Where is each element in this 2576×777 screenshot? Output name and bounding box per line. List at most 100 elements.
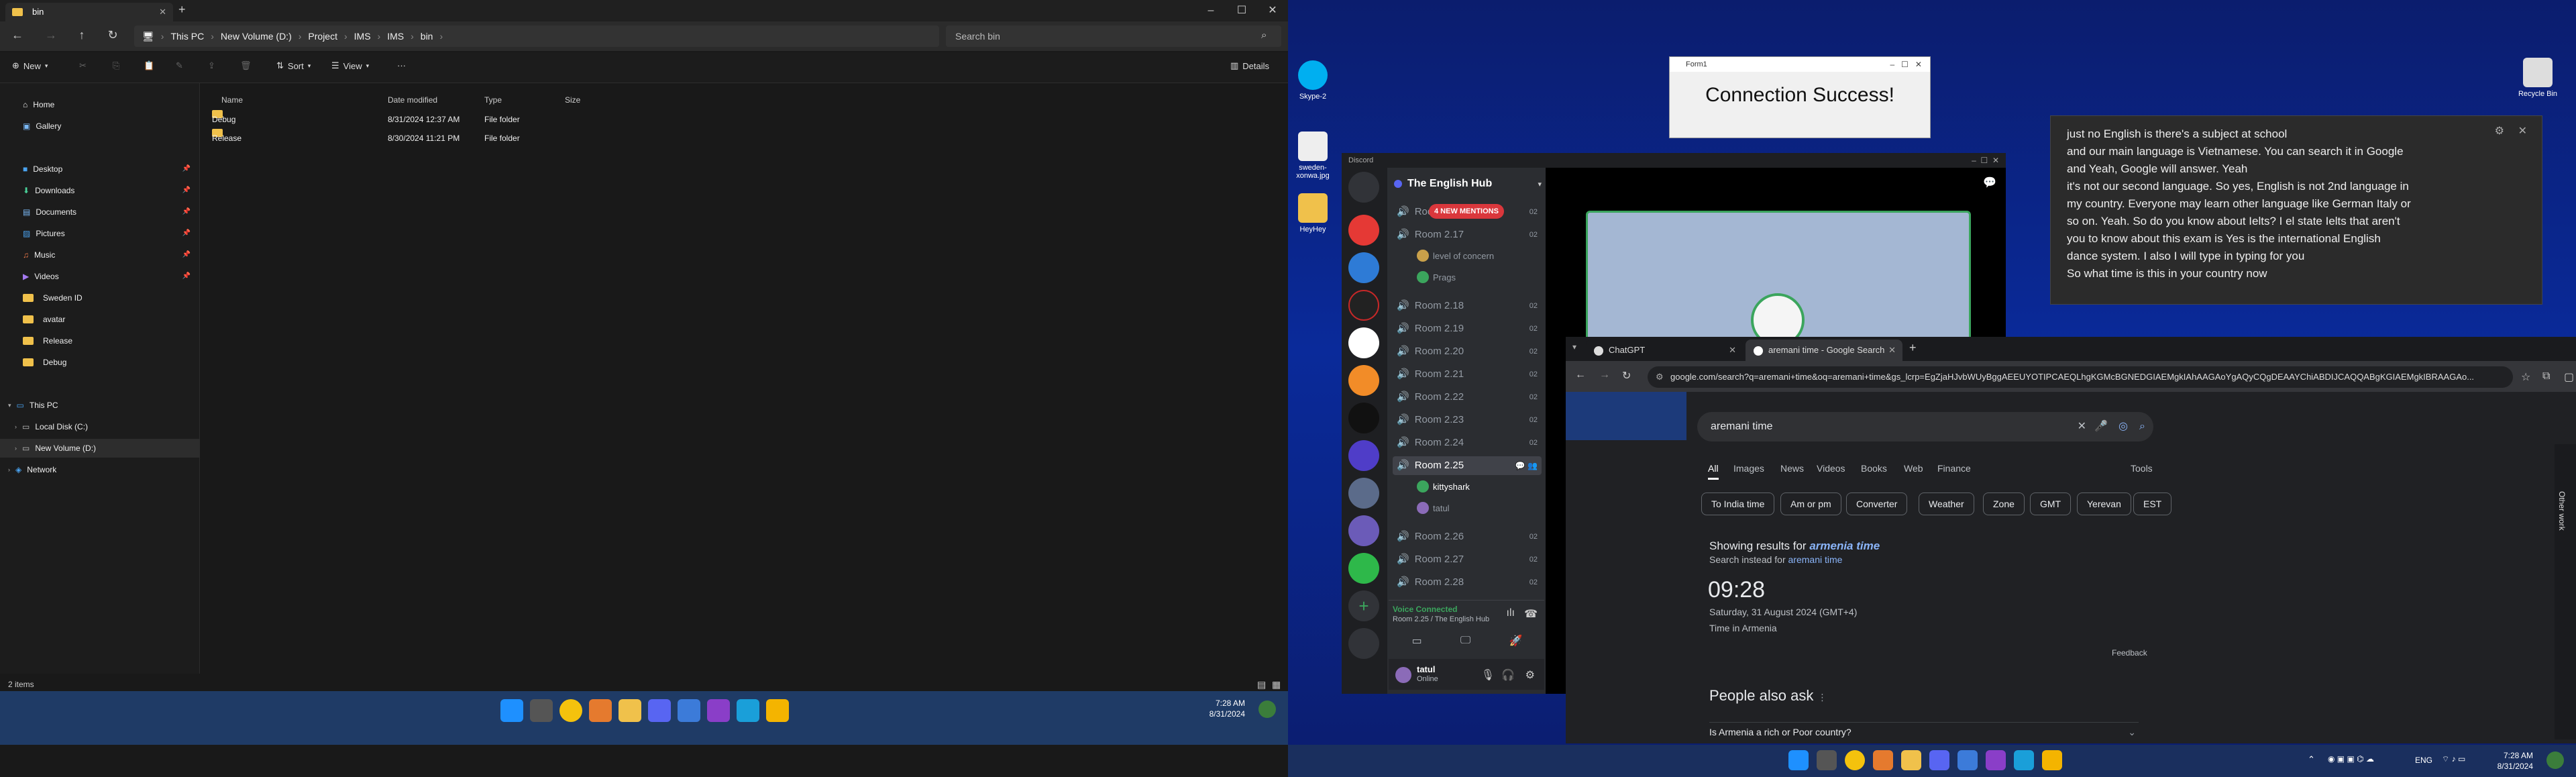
breadcrumb-item[interactable]: IMS <box>387 25 404 47</box>
bookmark-icon[interactable]: ☆ <box>2521 370 2530 384</box>
paste-icon[interactable]: 📋 <box>144 60 154 71</box>
nav-item-network[interactable]: › ◈ Network <box>0 460 200 479</box>
chrome-icon[interactable] <box>1845 750 1865 770</box>
clock[interactable]: 7:28 AM 8/31/2024 <box>1194 698 1245 719</box>
desktop-icon-skype[interactable]: Skype-2 <box>1289 60 1336 101</box>
search-tab-news[interactable]: News <box>1780 463 1804 474</box>
reload-icon[interactable]: ↻ <box>1622 369 1631 382</box>
nav-item-release[interactable]: Release <box>0 331 200 350</box>
back-icon[interactable]: ← <box>1575 369 1586 381</box>
new-button[interactable]: ⊕ New ▾ <box>12 60 48 71</box>
server-icon[interactable] <box>1348 290 1379 321</box>
nav-item-sweden-id[interactable]: Sweden ID <box>0 289 200 307</box>
details-button[interactable]: ▥ Details <box>1230 60 1269 71</box>
nav-item-local-disk[interactable]: › ▭ Local Disk (C:) <box>0 417 200 436</box>
copy-icon[interactable]: ⎘ <box>113 60 119 71</box>
feedback-link[interactable]: Feedback <box>2112 648 2147 658</box>
app-icon[interactable] <box>766 699 789 722</box>
refresh-icon[interactable]: ↻ <box>103 27 122 43</box>
gear-icon[interactable]: ⚙ <box>2495 123 2504 140</box>
nav-item-debug[interactable]: Debug <box>0 353 200 372</box>
voice-channel[interactable]: 🔊 Room 2.23 02 <box>1393 411 1542 429</box>
column-header-name[interactable]: Name <box>221 95 243 105</box>
tools-button[interactable]: Tools <box>2131 463 2153 474</box>
language-indicator[interactable]: ENG <box>2415 756 2432 765</box>
side-widget[interactable]: Other work <box>2555 444 2576 739</box>
close-icon[interactable]: ✕ <box>2518 123 2527 140</box>
explorer-tab[interactable]: bin ✕ <box>5 3 173 21</box>
pin-icon[interactable]: 📌 <box>182 181 191 200</box>
server-icon[interactable] <box>1348 215 1379 246</box>
chat-icon[interactable]: 💬 👥 <box>1515 456 1538 475</box>
noise-icon[interactable]: ılı <box>1507 607 1515 619</box>
visual-studio-icon[interactable] <box>707 699 730 722</box>
visual-studio-icon[interactable] <box>1986 750 2006 770</box>
suggestion-chip[interactable]: Weather <box>1919 493 1974 515</box>
sidepanel-icon[interactable]: ▢ <box>2564 370 2574 384</box>
app-icon[interactable] <box>589 699 612 722</box>
extensions-icon[interactable]: ⧉ <box>2542 370 2550 382</box>
breadcrumb-item[interactable]: Project <box>308 25 337 47</box>
nav-item-documents[interactable]: ▤ Documents 📌 <box>0 203 200 221</box>
chrome-icon[interactable] <box>559 699 582 722</box>
chat-icon[interactable]: 💬 <box>1983 176 1996 189</box>
video-tile[interactable] <box>1586 211 1971 347</box>
chevron-down-icon[interactable]: ▾ <box>8 396 11 415</box>
minimize-icon[interactable]: – <box>1195 0 1226 21</box>
start-icon[interactable] <box>1788 750 1809 770</box>
gear-icon[interactable]: ⚙ <box>1525 668 1535 682</box>
breadcrumb-item[interactable]: bin <box>421 25 433 47</box>
new-tab-icon[interactable]: + <box>178 3 186 17</box>
screen-share-icon[interactable]: 🖵 <box>1460 635 1470 647</box>
search-input[interactable]: Search bin <box>946 25 1281 47</box>
pin-icon[interactable]: 📌 <box>182 246 191 264</box>
microphone-icon[interactable]: 🎤 <box>2094 412 2108 442</box>
camera-icon[interactable]: ▭ <box>1412 634 1422 648</box>
nav-item-videos[interactable]: ▶ Videos 📌 <box>0 267 200 286</box>
task-view-icon[interactable] <box>530 699 553 722</box>
suggestion-chip[interactable]: Yerevan <box>2077 493 2131 515</box>
discord-icon[interactable] <box>648 699 671 722</box>
file-explorer-icon[interactable] <box>619 699 641 722</box>
add-server-icon[interactable]: + <box>1348 590 1379 621</box>
voice-channel[interactable]: 🔊 Room 2.27 02 <box>1393 550 1542 569</box>
maximize-icon[interactable]: ☐ <box>1226 0 1257 21</box>
avatar[interactable] <box>1395 667 1411 683</box>
forward-icon[interactable]: → <box>42 27 60 43</box>
nav-item-home[interactable]: ⌂ Home <box>0 95 200 114</box>
search-tab-videos[interactable]: Videos <box>1817 463 1845 474</box>
suggestion-chip[interactable]: EST <box>2133 493 2172 515</box>
voice-user[interactable]: tatul <box>1417 502 1450 514</box>
voice-channel-active[interactable]: 🔊 Room 2.25 💬 👥 <box>1393 456 1542 475</box>
headphones-icon[interactable]: 🎧 <box>1501 668 1515 682</box>
microphone-icon[interactable]: 🎙 <box>1481 668 1495 682</box>
explore-icon[interactable] <box>1348 628 1379 659</box>
desktop-icon-recycle-bin[interactable]: Recycle Bin <box>2514 58 2561 98</box>
voice-user[interactable]: kittyshark <box>1417 480 1470 493</box>
cut-icon[interactable]: ✂ <box>79 60 87 71</box>
terminal-icon[interactable] <box>2014 750 2034 770</box>
pin-icon[interactable]: 📌 <box>182 203 191 221</box>
forward-icon[interactable]: → <box>1599 369 1610 381</box>
tab-search-icon[interactable]: ▾ <box>1572 342 1576 352</box>
new-tab-icon[interactable]: + <box>1909 341 1917 355</box>
details-view-icon[interactable]: ▤ <box>1257 679 1266 690</box>
voice-channel[interactable]: 🔊 Room 2.28 02 <box>1393 573 1542 592</box>
clear-icon[interactable]: ✕ <box>2078 412 2086 442</box>
pin-icon[interactable]: 📌 <box>182 267 191 286</box>
column-header-type[interactable]: Type <box>484 95 502 105</box>
chevron-right-icon[interactable]: › <box>8 460 10 479</box>
voice-channel[interactable]: 🔊 Room 2.17 02 <box>1393 225 1542 244</box>
table-row[interactable]: Release 8/30/2024 11:21 PM File folder <box>212 129 614 148</box>
pin-icon[interactable]: 📌 <box>182 224 191 243</box>
app-icon[interactable] <box>1873 750 1893 770</box>
server-icon[interactable] <box>1348 365 1379 396</box>
voice-room[interactable]: Room 2.25 / The English Hub <box>1393 615 1489 623</box>
notification-icon[interactable] <box>1258 701 1276 718</box>
close-icon[interactable]: ✕ <box>1729 340 1736 361</box>
tray-icons[interactable]: ◉ ▣ ▣ ⌬ ☁ <box>2328 754 2374 764</box>
search-tab-images[interactable]: Images <box>1733 463 1764 474</box>
view-button[interactable]: ☰ View ▾ <box>331 60 369 71</box>
disconnect-icon[interactable]: ☎ <box>1524 607 1538 621</box>
google-doodle[interactable] <box>1566 392 1686 440</box>
